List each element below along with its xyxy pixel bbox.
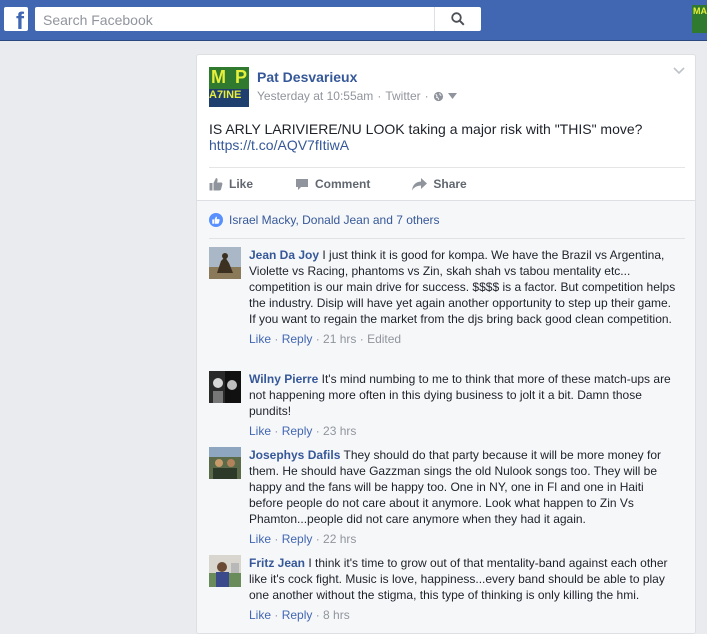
comment-reply-link[interactable]: Reply [282, 424, 313, 438]
comment-edited[interactable]: Edited [367, 332, 401, 346]
like-reaction-icon [209, 213, 223, 227]
divider [209, 238, 685, 239]
comment-time[interactable]: 22 hrs [323, 532, 356, 546]
page-avatar[interactable]: M P A7INE [209, 67, 249, 107]
page-avatar-text-top: M P [211, 67, 249, 87]
post-options-chevron-icon[interactable] [673, 67, 685, 75]
comment-label: Comment [315, 177, 371, 191]
globe-icon [433, 91, 443, 101]
commenter-name[interactable]: Wilny Pierre [249, 372, 318, 386]
share-label: Share [433, 177, 467, 191]
facebook-logo[interactable]: f [4, 7, 28, 31]
like-button[interactable]: Like [209, 177, 253, 191]
comment-like-link[interactable]: Like [249, 332, 271, 346]
meta-separator: · [377, 89, 382, 103]
comment-time[interactable]: 8 hrs [323, 608, 350, 622]
comment-reply-link[interactable]: Reply [282, 608, 313, 622]
likers-summary[interactable]: Israel Macky, Donald Jean and 7 others [209, 213, 440, 227]
comment-time[interactable]: 21 hrs [323, 332, 356, 346]
audience-dropdown-icon[interactable] [447, 93, 457, 99]
divider [209, 167, 685, 168]
comment-like-link[interactable]: Like [249, 424, 271, 438]
meta-separator-2: · [424, 89, 429, 103]
commenter-avatar[interactable] [209, 555, 241, 587]
comment-like-link[interactable]: Like [249, 532, 271, 546]
comment-time[interactable]: 23 hrs [323, 424, 356, 438]
search-icon [451, 12, 465, 26]
comment-icon [296, 178, 309, 190]
search-button[interactable] [434, 7, 481, 31]
post-source[interactable]: Twitter [385, 89, 420, 103]
top-navigation-bar: f MA7IN [0, 0, 707, 41]
commenter-name[interactable]: Josephys Dafils [249, 448, 340, 462]
comment-text: I think it's time to grow out of that me… [249, 556, 668, 602]
profile-avatar[interactable]: MA7IN [692, 5, 707, 33]
search-box [35, 7, 481, 31]
share-arrow-icon [412, 177, 428, 190]
commenter-name[interactable]: Jean Da Joy [249, 248, 319, 262]
like-label: Like [229, 177, 254, 191]
page-avatar-text-bottom: A7INE [209, 89, 249, 107]
post-link[interactable]: https://t.co/AQV7fItiwA [209, 137, 349, 153]
post-card: M P A7INE Pat Desvarieux Yesterday at 10… [196, 54, 696, 634]
comment-reply-link[interactable]: Reply [282, 332, 313, 346]
search-input[interactable] [41, 9, 425, 31]
post-meta: Yesterday at 10:55am · Twitter · [257, 89, 457, 103]
post-text: IS ARLY LARIVIERE/NU LOOK taking a major… [209, 121, 643, 137]
comments-section: Israel Macky, Donald Jean and 7 others J… [197, 200, 695, 633]
comment-button[interactable]: Comment [295, 177, 370, 191]
commenter-avatar[interactable] [209, 447, 241, 479]
commenter-avatar[interactable] [209, 247, 241, 279]
thumbs-up-icon [209, 178, 223, 191]
commenter-avatar[interactable] [209, 371, 241, 403]
comment-like-link[interactable]: Like [249, 608, 271, 622]
comment-reply-link[interactable]: Reply [282, 532, 313, 546]
post-actions: Like Comment Share [209, 173, 685, 195]
share-button[interactable]: Share [412, 177, 467, 191]
post-author[interactable]: Pat Desvarieux [257, 69, 357, 85]
post-timestamp[interactable]: Yesterday at 10:55am [257, 89, 373, 103]
likers-text: Israel Macky, Donald Jean and 7 others [229, 213, 440, 227]
commenter-name[interactable]: Fritz Jean [249, 556, 305, 570]
